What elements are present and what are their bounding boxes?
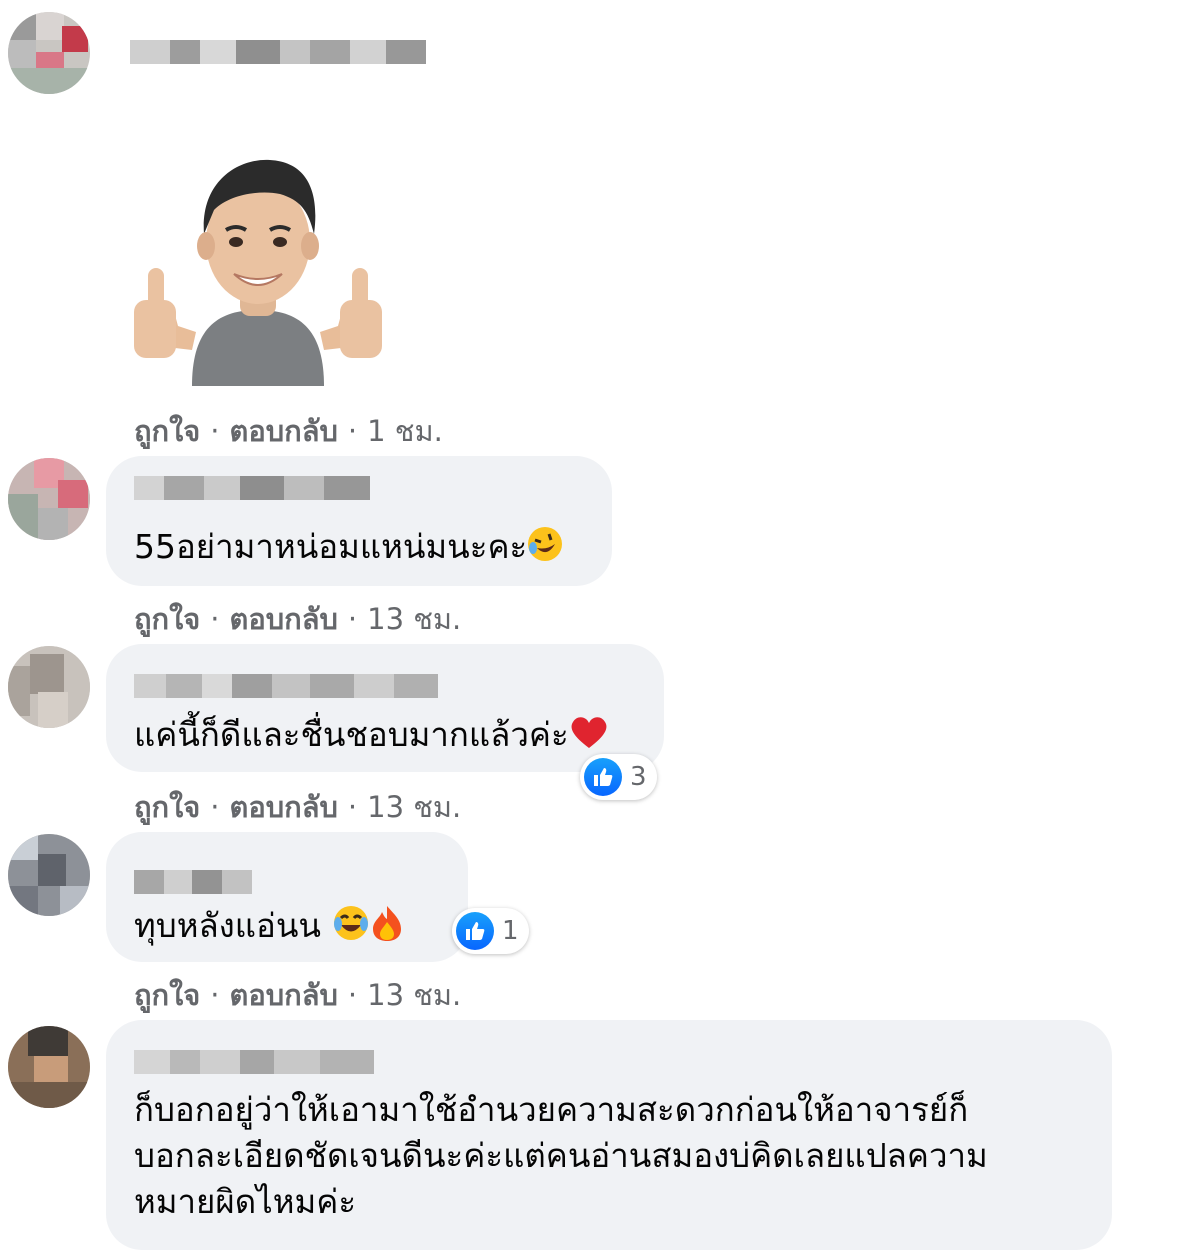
like-icon xyxy=(456,912,494,950)
reply-link[interactable]: ตอบกลับ xyxy=(230,790,338,824)
reaction-count: 3 xyxy=(630,762,647,792)
comment-actions: ถูกใจ · ตอบกลับ · 1 ชม. xyxy=(134,408,443,454)
comment-text-line: หมายผิดไหมค่ะ xyxy=(134,1182,357,1221)
reply-link[interactable]: ตอบกลับ xyxy=(230,414,338,448)
avatar[interactable] xyxy=(8,1026,90,1108)
red-heart-emoji xyxy=(569,714,609,759)
comment-text-line: ก็บอกอยู่ว่าให้เอามาใช้อำนวยความสะดวกก่อ… xyxy=(134,1090,969,1129)
separator-dot: · xyxy=(347,414,358,448)
commenter-name-blurred[interactable] xyxy=(130,40,426,64)
thumbs-up-avatar-sticker[interactable] xyxy=(130,150,386,390)
avatar[interactable] xyxy=(8,458,90,540)
reaction-summary[interactable]: 1 xyxy=(452,908,529,954)
separator-dot: · xyxy=(347,978,358,1012)
commenter-name-blurred[interactable] xyxy=(134,870,252,894)
joy-emoji xyxy=(332,904,370,951)
commenter-name-blurred[interactable] xyxy=(134,476,370,500)
like-link[interactable]: ถูกใจ xyxy=(134,602,200,636)
commenter-name-blurred[interactable] xyxy=(134,1050,374,1074)
avatar[interactable] xyxy=(8,12,90,94)
comment-actions: ถูกใจ · ตอบกลับ · 13 ชม. xyxy=(134,596,461,642)
timestamp[interactable]: 13 ชม. xyxy=(367,978,461,1012)
timestamp[interactable]: 1 ชม. xyxy=(367,414,443,448)
separator-dot: · xyxy=(210,978,220,1012)
separator-dot: · xyxy=(210,790,220,824)
timestamp[interactable]: 13 ชม. xyxy=(367,790,461,824)
comment-text: 55อย่ามาหน่อมแหน่มนะคะ xyxy=(134,526,563,571)
fire-emoji xyxy=(370,904,404,951)
like-icon xyxy=(584,758,622,796)
separator-dot: · xyxy=(210,602,220,636)
like-link[interactable]: ถูกใจ xyxy=(134,978,200,1012)
reply-link[interactable]: ตอบกลับ xyxy=(230,978,338,1012)
commenter-name-blurred[interactable] xyxy=(134,674,438,698)
like-link[interactable]: ถูกใจ xyxy=(134,790,200,824)
separator-dot: · xyxy=(347,602,358,636)
avatar[interactable] xyxy=(8,834,90,916)
comment-text: ทุบหลังแอ่นน xyxy=(134,904,404,951)
comment-text: แค่นี้ก็ดีและชื่นชอบมากแล้วค่ะ xyxy=(134,714,609,759)
reaction-count: 1 xyxy=(502,916,519,946)
comment-actions: ถูกใจ · ตอบกลับ · 13 ชม. xyxy=(134,784,461,830)
comment-text-line: บอกละเอียดชัดเจนดีนะค่ะแต่คนอ่านสมองบ่คิ… xyxy=(134,1136,988,1175)
reply-link[interactable]: ตอบกลับ xyxy=(230,602,338,636)
separator-dot: · xyxy=(347,790,358,824)
avatar[interactable] xyxy=(8,646,90,728)
separator-dot: · xyxy=(210,414,220,448)
rofl-emoji xyxy=(527,526,563,571)
like-link[interactable]: ถูกใจ xyxy=(134,414,200,448)
reaction-summary[interactable]: 3 xyxy=(580,754,657,800)
comment-actions: ถูกใจ · ตอบกลับ · 13 ชม. xyxy=(134,972,461,1018)
timestamp[interactable]: 13 ชม. xyxy=(367,602,461,636)
